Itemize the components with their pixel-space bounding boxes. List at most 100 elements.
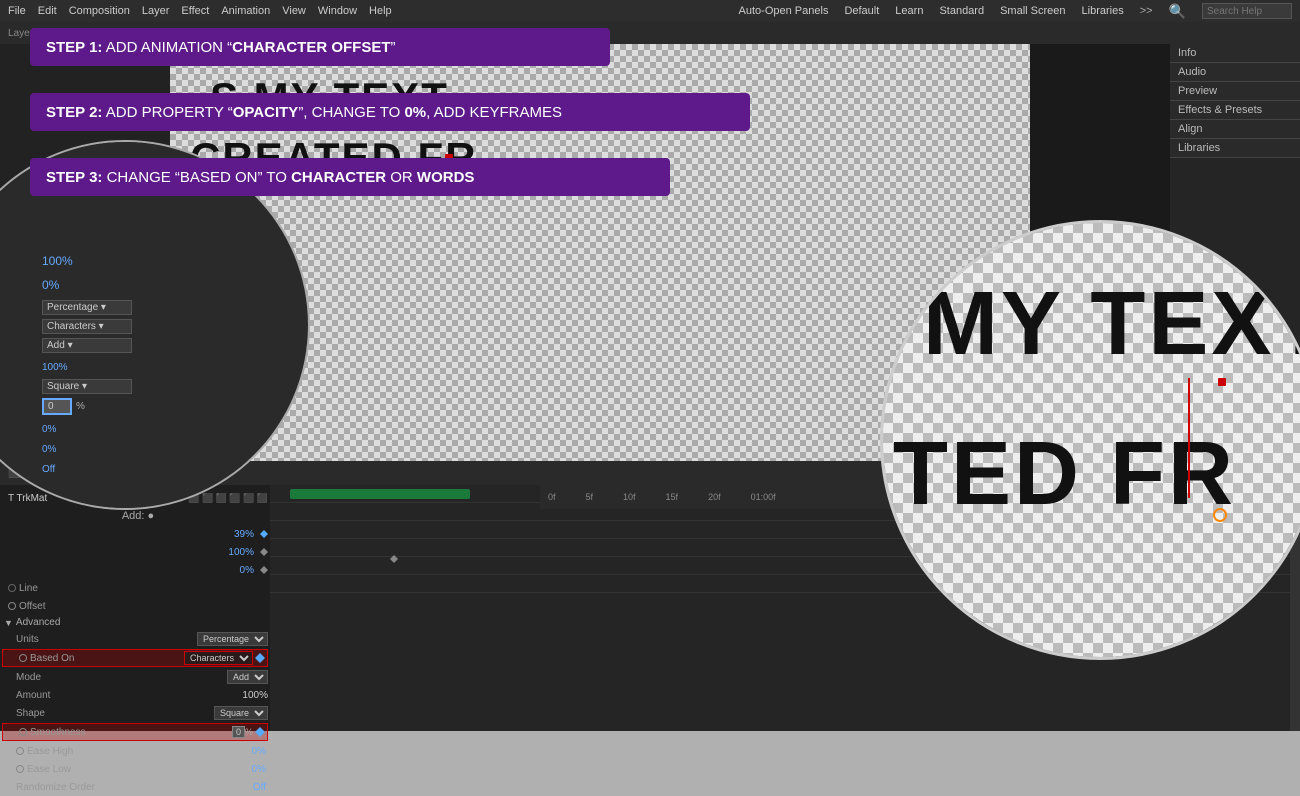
zoom-text-2: TED FR [893,423,1236,526]
time-5f: 5f [586,492,594,502]
menu-effect[interactable]: Effect [181,5,209,17]
step2-content: ADD PROPERTY “ [106,104,233,121]
amount-label: Amount [16,690,242,701]
based-on-select[interactable]: Characters [184,651,253,665]
ctrl-square-row: Square ▾ [42,379,288,394]
panel-effects-presets[interactable]: Effects & Presets [1170,101,1300,120]
advanced-label: Advanced [16,617,60,628]
zoom-circle-large: MY TEXT TED FR [880,220,1300,660]
ease-high-icon [16,747,24,755]
step3-label: STEP 3: [46,169,102,186]
based-on-row: Based On Characters [2,649,268,667]
ctrl-0-2: 0% [42,439,288,457]
mode-select[interactable]: Add [227,670,268,684]
mode-label: Mode [16,672,227,683]
ctrl-0-1: 0% [42,419,288,437]
workspace-standard[interactable]: Standard [939,5,984,17]
add-label: Add: ● [122,510,154,522]
ctrl-amount-display: 100% [42,252,288,270]
kf-dot-3 [260,566,268,574]
workspace-libraries[interactable]: Libraries [1082,5,1124,17]
ctrl-square-select[interactable]: Square ▾ [42,379,132,394]
panel-libraries[interactable]: Libraries [1170,139,1300,158]
ctrl-smooth-input[interactable]: 0 [42,398,72,415]
randomize-label: Randomize Order [16,782,253,793]
panel-preview[interactable]: Preview [1170,82,1300,101]
panel-align[interactable]: Align [1170,120,1300,139]
ctrl-0pct-3: 0% [42,444,56,455]
track-bar-1 [290,489,470,499]
kf-dot-2 [260,548,268,556]
time-01f: 01:00f [751,492,776,502]
opacity-100: 100% [228,547,254,558]
search-input[interactable] [1202,3,1292,19]
mode-row: Mode Add [0,668,270,686]
menu-layer[interactable]: Layer [142,5,170,17]
step1-banner: STEP 1: ADD ANIMATION “CHARACTER OFFSET” [30,28,610,66]
ctrl-percentage-row: Percentage ▾ [42,300,288,315]
ctrl-0pct-2: 0% [42,424,56,435]
units-select[interactable]: Percentage [197,632,268,646]
step2-text: STEP 2: ADD PROPERTY “OPACITY”, CHANGE T… [46,104,562,121]
panel-audio[interactable]: Audio [1170,63,1300,82]
menu-help[interactable]: Help [369,5,392,17]
top-menubar: File Edit Composition Layer Effect Anima… [0,0,1300,22]
ctrl-add-select[interactable]: Add ▾ [42,338,132,353]
ctrl-off-val: Off [42,464,55,475]
offset-circle-icon [8,602,16,610]
workspace-overflow[interactable]: >> [1140,5,1153,17]
shape-label: Shape [16,708,214,719]
smoothness-input[interactable]: 0 [232,726,245,738]
ease-high-row: Ease High 0% [0,742,270,760]
ctrl-opacity-display: 0% [42,276,288,294]
menu-animation[interactable]: Animation [221,5,270,17]
randomize-value: Off [253,782,266,793]
ease-low-label: Ease Low [27,764,252,775]
kf-dot-1 [260,530,268,538]
step2-bold2: 0% [404,104,426,121]
ease-low-icon [16,765,24,773]
menu-composition[interactable]: Composition [69,5,130,17]
ctrl-characters-select[interactable]: Characters ▾ [42,319,132,334]
panel-info[interactable]: Info [1170,44,1300,63]
step1-text: STEP 1: ADD ANIMATION “CHARACTER OFFSET” [46,39,396,56]
menu-window[interactable]: Window [318,5,357,17]
menu-edit[interactable]: Edit [38,5,57,17]
line-row: Line [0,579,270,597]
step1-highlight: CHARACTER OFFSET [232,39,390,56]
menu-file[interactable]: File [8,5,26,17]
ctrl-percentage-select[interactable]: Percentage ▾ [42,300,132,315]
ctrl-add-row: Add ▾ [42,338,288,353]
offset-row: Offset [0,597,270,615]
orange-circle-marker [1213,508,1227,522]
menu-view[interactable]: View [282,5,306,17]
ctrl-off-row: Off [42,459,288,477]
opacity-val-row-2: 100% [0,543,270,561]
amount-row: Amount 100% [0,686,270,704]
shape-row: Shape Square [0,704,270,722]
time-20f: 20f [708,492,721,502]
step1-content: ADD ANIMATION “ [106,39,232,56]
step1-label: STEP 1: [46,39,102,56]
amount-value: 100% [242,690,268,701]
based-on-kf [255,653,265,663]
line-label: Line [19,583,268,594]
step2-end: , ADD KEYFRAMES [426,104,562,121]
smoothness-row: Smoothness 0 % [2,723,268,741]
workspace-learn[interactable]: Learn [895,5,923,17]
offset-label: Offset [19,601,268,612]
units-label: Units [16,634,197,645]
workspace-small[interactable]: Small Screen [1000,5,1065,17]
step2-label: STEP 2: [46,104,102,121]
shape-select[interactable]: Square [214,706,268,720]
ctrl-0pct-1: 0% [42,278,59,292]
ctrl-smooth-pct: % [76,401,85,412]
step2-mid: ”, CHANGE TO [298,104,404,121]
step3-highlight: CHARACTER [291,169,386,186]
workspace-default[interactable]: Default [844,5,879,17]
opacity-val-row-3: 0% [0,561,270,579]
ctrl-smoothness-row: 0 % [42,398,288,415]
auto-open-label: Auto-Open Panels [739,5,829,17]
step3-banner: STEP 3: CHANGE “BASED ON” TO CHARACTER O… [30,158,670,196]
ctrl-100-1: 100% [42,254,73,268]
